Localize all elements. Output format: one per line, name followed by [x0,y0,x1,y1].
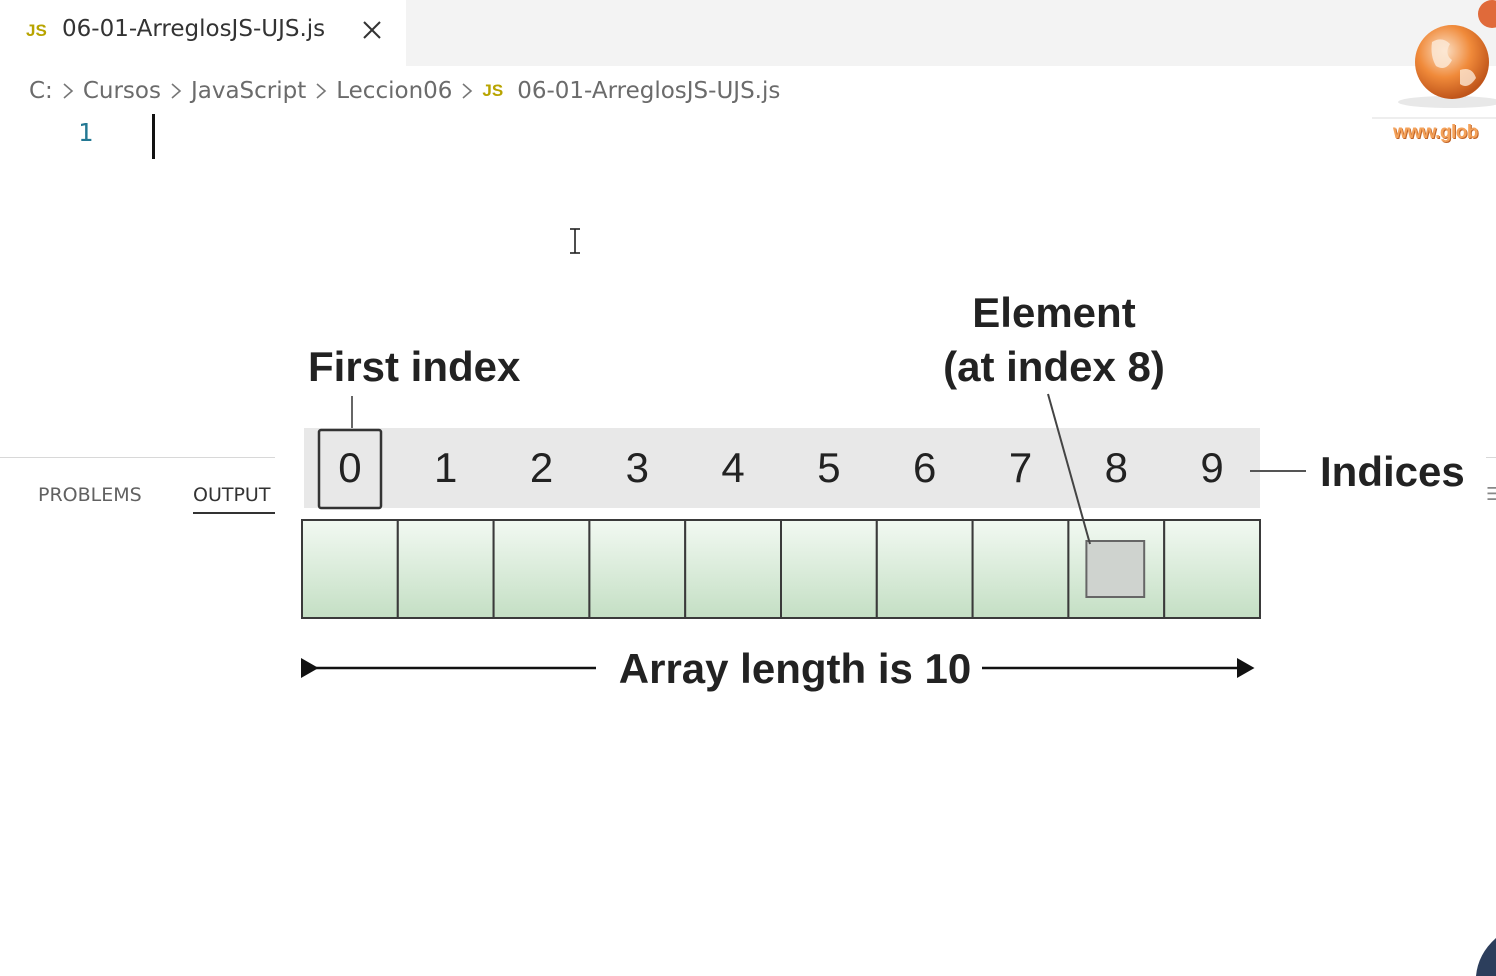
array-cell-5 [780,519,878,619]
array-cell-3 [588,519,687,619]
array-cell-7 [971,519,1070,619]
array-cell-0 [301,519,399,619]
array-cell-1 [396,519,495,619]
index-label-9: 9 [1200,444,1223,491]
index-label-5: 5 [817,444,840,491]
element-label-line2: (at index 8) [943,343,1165,390]
indices-label: Indices [1320,448,1465,495]
index-label-1: 1 [434,444,457,491]
index-label-7: 7 [1009,444,1032,491]
highlighted-element [1085,540,1146,598]
index-label-3: 3 [626,444,649,491]
index-label-0: 0 [338,444,361,491]
index-label-4: 4 [721,444,744,491]
array-diagram: First index Element (at index 8) 0 1 2 3 4 5 6… [301,289,1465,692]
array-cell-6 [875,519,974,619]
array-length-label: Array length is 10 [619,645,971,692]
first-index-label: First index [308,343,521,390]
array-cell-4 [684,519,783,619]
array-cell-2 [492,519,591,619]
index-label-2: 2 [530,444,553,491]
index-label-6: 6 [913,444,936,491]
array-cell-9 [1163,519,1261,619]
element-label-line1: Element [972,289,1135,336]
index-label-8: 8 [1105,444,1128,491]
